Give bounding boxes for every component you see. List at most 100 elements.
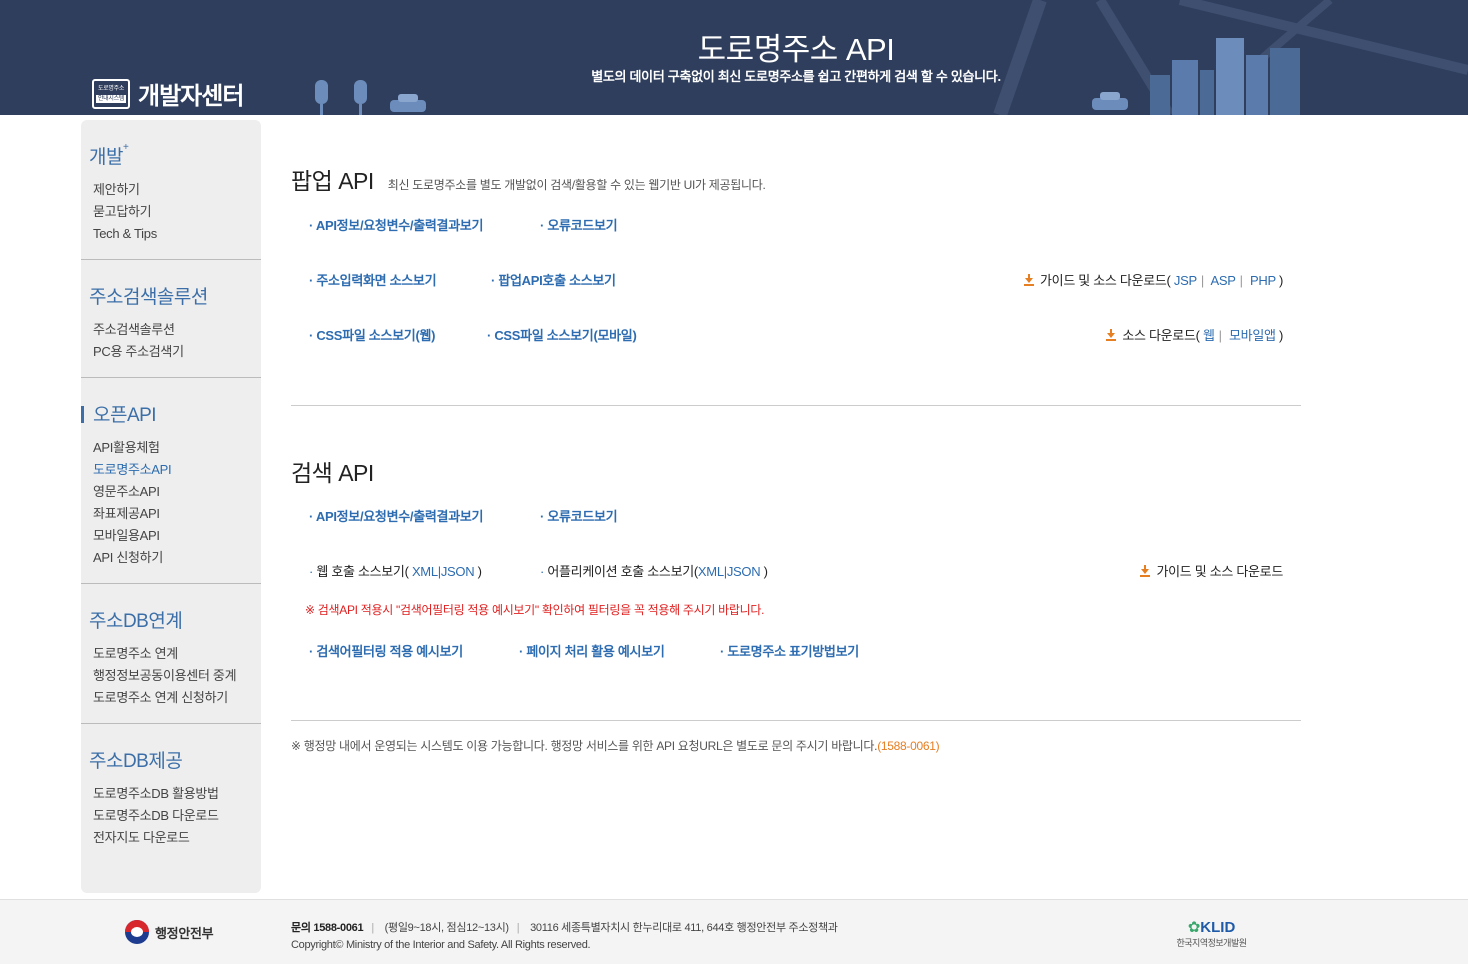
source-close-paren: ) bbox=[1278, 328, 1283, 343]
guide-close-paren: ) bbox=[1278, 273, 1283, 288]
sidebar-title-db-link[interactable]: 주소DB연계 bbox=[81, 606, 261, 633]
popup-input-source-link[interactable]: 주소입력화면 소스보기 bbox=[309, 270, 436, 289]
popup-row-2: 주소입력화면 소스보기 팝업API호출 소스보기 가이드 및 소스 다운로드( … bbox=[291, 270, 1301, 290]
sidebar-group-dev: 개발+ 제안하기 묻고답하기 Tech & Tips bbox=[81, 120, 261, 260]
sidebar-item-api-trial[interactable]: API활용체험 bbox=[81, 437, 261, 459]
popup-api-title: 팝업 API bbox=[291, 168, 374, 194]
footer-address: 30116 세종특별자치시 한누리대로 411, 644호 행정안전부 주소정책… bbox=[530, 922, 838, 934]
plus-mark: + bbox=[122, 142, 129, 153]
css-mobile-source-link[interactable]: CSS파일 소스보기(모바일) bbox=[487, 325, 636, 344]
ministry-logo[interactable]: 행정안전부 bbox=[125, 920, 214, 944]
popup-api-header: 팝업 API 최신 도로명주소를 별도 개발없이 검색/활용할 수 있는 웹기반… bbox=[291, 162, 766, 196]
search-row-1: API정보/요청변수/출력결과보기 오류코드보기 bbox=[291, 506, 1301, 526]
taegeuk-icon bbox=[125, 920, 149, 944]
search-row-2: 웹 호출 소스보기( XML|JSON ) 어플리케이션 호출 소스보기(XML… bbox=[291, 561, 1301, 581]
popup-row-1: API정보/요청변수/출력결과보기 오류코드보기 bbox=[291, 215, 1301, 235]
sidebar-item-pc-searcher[interactable]: PC용 주소검색기 bbox=[81, 341, 261, 363]
popup-source-download: 소스 다운로드( 웹 | 모바일앱 ) bbox=[1106, 325, 1283, 344]
badge-line2: 안내시스템 bbox=[95, 94, 127, 103]
popup-api-desc: 최신 도로명주소를 별도 개발없이 검색/활용할 수 있는 웹기반 UI가 제공… bbox=[387, 178, 766, 192]
sidebar-item-english-address-api[interactable]: 영문주소API bbox=[81, 481, 261, 503]
sidebar-item-mobile-api[interactable]: 모바일용API bbox=[81, 525, 261, 547]
sidebar-item-search-solution[interactable]: 주소검색솔루션 bbox=[81, 319, 261, 341]
css-web-source-link[interactable]: CSS파일 소스보기(웹) bbox=[309, 325, 435, 344]
sidebar-title-open-api[interactable]: 오픈API bbox=[81, 400, 261, 427]
klid-mark: ✿KLID bbox=[1187, 919, 1236, 936]
footer-hours: (평일9~18시, 점심12~13시) bbox=[384, 922, 509, 934]
sidebar-item-coordinate-api[interactable]: 좌표제공API bbox=[81, 503, 261, 525]
badge-line1: 도로명주소 bbox=[97, 85, 125, 92]
footer-contact: 문의 1588-0061 bbox=[291, 922, 364, 934]
search-guide-download-link[interactable]: 가이드 및 소스 다운로드 bbox=[1140, 561, 1283, 580]
admin-network-notice: ※ 행정망 내에서 운영되는 시스템도 이용 가능합니다. 행정망 서비스를 위… bbox=[291, 737, 940, 754]
source-mobile-app-link[interactable]: 모바일앱 bbox=[1229, 328, 1276, 343]
sidebar-title-search-solution[interactable]: 주소검색솔루션 bbox=[81, 282, 261, 309]
search-row-3: 검색어필터링 적용 예시보기 페이지 처리 활용 예시보기 도로명주소 표기방법… bbox=[291, 641, 1301, 661]
sidebar-title-dev[interactable]: 개발+ bbox=[81, 142, 261, 169]
app-json-link[interactable]: JSON bbox=[727, 564, 761, 579]
guide-asp-link[interactable]: ASP bbox=[1211, 273, 1236, 288]
app-call-label: 어플리케이션 호출 소스보기( bbox=[547, 564, 698, 579]
sidebar-item-db-download[interactable]: 도로명주소DB 다운로드 bbox=[81, 805, 261, 827]
popup-row-3: CSS파일 소스보기(웹) CSS파일 소스보기(모바일) 소스 다운로드( 웹… bbox=[291, 325, 1301, 345]
web-call-label: 웹 호출 소스보기( bbox=[316, 564, 409, 579]
footer-copyright: Copyright© Ministry of the Interior and … bbox=[291, 939, 591, 951]
source-web-link[interactable]: 웹 bbox=[1203, 328, 1215, 343]
app-close-paren: ) bbox=[763, 564, 768, 579]
klid-name: 한국지역정보개발원 bbox=[1176, 938, 1247, 948]
download-icon bbox=[1024, 274, 1034, 286]
popup-api-info-link[interactable]: API정보/요청변수/출력결과보기 bbox=[309, 215, 484, 234]
sidebar-item-admin-info-relay[interactable]: 행정정보공동이용센터 중계 bbox=[81, 665, 261, 687]
sidebar-item-api-apply[interactable]: API 신청하기 bbox=[81, 547, 261, 569]
paging-example-link[interactable]: 페이지 처리 활용 예시보기 bbox=[519, 641, 665, 660]
klid-logo-text: KLID bbox=[1200, 919, 1236, 936]
search-warning-row: ※ 검색API 적용시 "검색어필터링 적용 예시보기" 확인하여 필터링을 꼭… bbox=[291, 601, 1301, 621]
notice-tel: (1588-0061) bbox=[877, 739, 940, 753]
ministry-name: 행정안전부 bbox=[155, 925, 214, 941]
search-error-code-link[interactable]: 오류코드보기 bbox=[540, 506, 617, 525]
address-notation-link[interactable]: 도로명주소 표기방법보기 bbox=[720, 641, 859, 660]
guide-php-link[interactable]: PHP bbox=[1250, 273, 1276, 288]
site-header: 도로명주소 안내시스템 개발자센터 도로명주소 API 별도의 데이터 구축없이… bbox=[0, 0, 1468, 115]
web-close-paren: ) bbox=[477, 564, 482, 579]
web-json-link[interactable]: JSON bbox=[441, 564, 475, 579]
sidebar-item-map-download[interactable]: 전자지도 다운로드 bbox=[81, 827, 261, 849]
section-divider bbox=[291, 405, 1301, 406]
site-footer: 행정안전부 문의 1588-0061 | (평일9~18시, 점심12~13시) |… bbox=[0, 899, 1468, 964]
sidebar-group-search-solution: 주소검색솔루션 주소검색솔루션 PC용 주소검색기 bbox=[81, 260, 261, 378]
search-api-info-link[interactable]: API정보/요청변수/출력결과보기 bbox=[309, 506, 484, 525]
web-call-source: 웹 호출 소스보기( XML|JSON ) bbox=[309, 561, 482, 580]
web-xml-link[interactable]: XML bbox=[412, 564, 438, 579]
popup-call-source-link[interactable]: 팝업API호출 소스보기 bbox=[491, 270, 616, 289]
sidebar-item-qna[interactable]: 묻고답하기 bbox=[81, 201, 261, 223]
app-call-source: 어플리케이션 호출 소스보기(XML|JSON ) bbox=[540, 561, 768, 580]
sidebar-title-label: 개발 bbox=[89, 147, 123, 168]
sidebar-title-db-provide[interactable]: 주소DB제공 bbox=[81, 746, 261, 773]
app-xml-link[interactable]: XML bbox=[698, 564, 724, 579]
popup-guide-download: 가이드 및 소스 다운로드( JSP | ASP | PHP ) bbox=[1024, 270, 1283, 289]
sidebar-group-open-api: 오픈API API활용체험 도로명주소API 영문주소API 좌표제공API 모… bbox=[81, 378, 261, 584]
guide-download-label: 가이드 및 소스 다운로드( bbox=[1040, 273, 1171, 288]
sidebar-item-road-address-link[interactable]: 도로명주소 연계 bbox=[81, 643, 261, 665]
sidebar-item-road-address-api[interactable]: 도로명주소API bbox=[81, 459, 261, 481]
sidebar-item-db-usage[interactable]: 도로명주소DB 활용방법 bbox=[81, 783, 261, 805]
notice-text: ※ 행정망 내에서 운영되는 시스템도 이용 가능합니다. 행정망 서비스를 위… bbox=[291, 739, 878, 753]
page-subtitle: 별도의 데이터 구축없이 최신 도로명주소를 쉽고 간편하게 검색 할 수 있습… bbox=[591, 69, 1001, 84]
page-title: 도로명주소 API bbox=[697, 32, 895, 67]
sidebar-group-db-provide: 주소DB제공 도로명주소DB 활용방법 도로명주소DB 다운로드 전자지도 다운… bbox=[81, 724, 261, 863]
section-divider bbox=[291, 720, 1301, 721]
search-api-title: 검색 API bbox=[291, 460, 374, 486]
sidebar: 개발+ 제안하기 묻고답하기 Tech & Tips 주소검색솔루션 주소검색솔… bbox=[81, 120, 261, 893]
search-guide-download-label: 가이드 및 소스 다운로드 bbox=[1156, 564, 1283, 579]
sidebar-group-db-link: 주소DB연계 도로명주소 연계 행정정보공동이용센터 중계 도로명주소 연계 신… bbox=[81, 584, 261, 724]
notice-row: ※ 행정망 내에서 운영되는 시스템도 이용 가능합니다. 행정망 서비스를 위… bbox=[291, 737, 1301, 757]
sidebar-item-link-apply[interactable]: 도로명주소 연계 신청하기 bbox=[81, 687, 261, 709]
filter-warning: ※ 검색API 적용시 "검색어필터링 적용 예시보기" 확인하여 필터링을 꼭… bbox=[305, 603, 765, 617]
popup-error-code-link[interactable]: 오류코드보기 bbox=[540, 215, 617, 234]
guide-jsp-link[interactable]: JSP bbox=[1174, 273, 1197, 288]
sidebar-item-suggest[interactable]: 제안하기 bbox=[81, 179, 261, 201]
sidebar-item-tech-tips[interactable]: Tech & Tips bbox=[81, 223, 261, 245]
download-icon bbox=[1140, 565, 1151, 577]
filter-example-link[interactable]: 검색어필터링 적용 예시보기 bbox=[309, 641, 463, 660]
klid-logo[interactable]: ✿KLID 한국지역정보개발원 bbox=[1164, 918, 1259, 949]
